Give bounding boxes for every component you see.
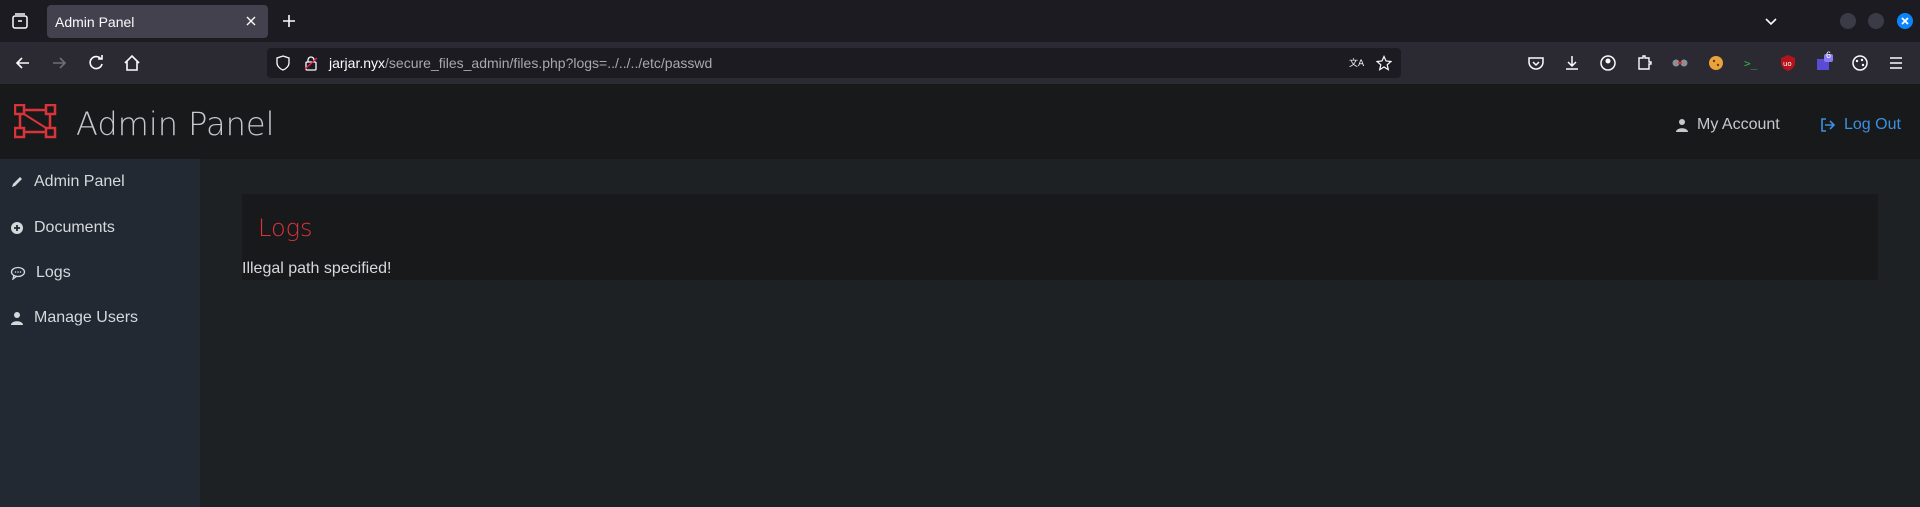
url-bar[interactable]: jarjar.nyx/secure_files_admin/files.php?… xyxy=(267,48,1401,78)
goggles-icon[interactable] xyxy=(1670,53,1690,73)
web-page: Admin Panel My Account Log Out Admin Pan… xyxy=(0,84,1920,507)
my-account-link[interactable]: My Account xyxy=(1675,116,1780,134)
sidebar-item-admin-panel[interactable]: Admin Panel xyxy=(10,173,125,191)
reload-icon[interactable] xyxy=(86,53,106,73)
account-icon[interactable] xyxy=(1598,53,1618,73)
close-icon[interactable] xyxy=(243,13,259,29)
url-text[interactable]: jarjar.nyx/secure_files_admin/files.php?… xyxy=(329,55,712,71)
sidebar-item-logs[interactable]: Logs xyxy=(10,264,71,282)
cookie-icon[interactable] xyxy=(1706,53,1726,73)
page-title: Logs xyxy=(258,214,313,242)
ublock-icon[interactable]: uo xyxy=(1778,53,1798,73)
comment-icon xyxy=(10,266,26,280)
terminal-icon[interactable]: >_ xyxy=(1742,53,1762,73)
forward-arrow-icon[interactable] xyxy=(49,53,69,73)
pencil-icon xyxy=(12,177,22,187)
logout-label: Log Out xyxy=(1844,116,1901,133)
sidebar-item-label: Documents xyxy=(34,219,115,236)
sidebar-item-documents[interactable]: Documents xyxy=(10,219,115,237)
url-host: jarjar.nyx xyxy=(329,55,386,71)
minimize-button[interactable] xyxy=(1840,13,1856,29)
chevron-down-icon[interactable] xyxy=(1762,12,1780,30)
page-header: Admin Panel My Account Log Out xyxy=(0,84,1920,159)
sidebar-item-manage-users[interactable]: Manage Users xyxy=(10,309,138,327)
home-icon[interactable] xyxy=(122,53,142,73)
logout-link[interactable]: Log Out xyxy=(1820,116,1901,134)
extensions-icon[interactable] xyxy=(1634,53,1654,73)
svg-text:>_: >_ xyxy=(1744,57,1758,70)
my-account-label: My Account xyxy=(1697,116,1780,133)
tab-title: Admin Panel xyxy=(55,14,135,30)
shield-icon[interactable] xyxy=(275,55,291,71)
close-icon xyxy=(1901,17,1909,25)
browser-tab[interactable]: Admin Panel xyxy=(47,5,268,38)
sidebar-item-label: Manage Users xyxy=(34,309,139,326)
sidebar: Admin Panel Documents Logs Manage Users xyxy=(0,159,200,507)
tab-list-icon[interactable] xyxy=(10,11,30,31)
translate-icon[interactable]: 文A xyxy=(1348,55,1364,71)
logs-panel: Logs Illegal path specified! xyxy=(242,194,1878,280)
star-icon[interactable] xyxy=(1376,55,1392,71)
close-window-button[interactable] xyxy=(1897,13,1913,29)
user-icon xyxy=(11,312,23,325)
svg-text:uo: uo xyxy=(1783,60,1792,68)
lock-icon[interactable] xyxy=(303,55,319,71)
download-icon[interactable] xyxy=(1562,53,1582,73)
error-message: Illegal path specified! xyxy=(242,260,392,277)
extension-badge-count: 6 xyxy=(1826,50,1832,60)
palette-icon[interactable] xyxy=(1850,53,1870,73)
sign-out-icon xyxy=(1821,118,1836,132)
brand-title[interactable]: Admin Panel xyxy=(76,105,274,143)
new-tab-icon[interactable] xyxy=(280,12,298,30)
sidebar-item-label: Logs xyxy=(36,264,71,281)
user-icon xyxy=(1676,119,1688,132)
back-arrow-icon[interactable] xyxy=(13,53,33,73)
url-path: /secure_files_admin/files.php?logs=../..… xyxy=(385,55,713,71)
browser-tab-bar: Admin Panel xyxy=(0,0,1920,42)
network-logo-icon[interactable] xyxy=(14,104,58,140)
maximize-button[interactable] xyxy=(1868,13,1884,29)
svg-text:文A: 文A xyxy=(1349,57,1364,69)
pocket-icon[interactable] xyxy=(1526,53,1546,73)
browser-nav-bar: jarjar.nyx/secure_files_admin/files.php?… xyxy=(0,42,1920,84)
plus-circle-icon xyxy=(11,222,23,234)
hamburger-menu-icon[interactable] xyxy=(1886,53,1906,73)
sidebar-item-label: Admin Panel xyxy=(34,173,125,190)
